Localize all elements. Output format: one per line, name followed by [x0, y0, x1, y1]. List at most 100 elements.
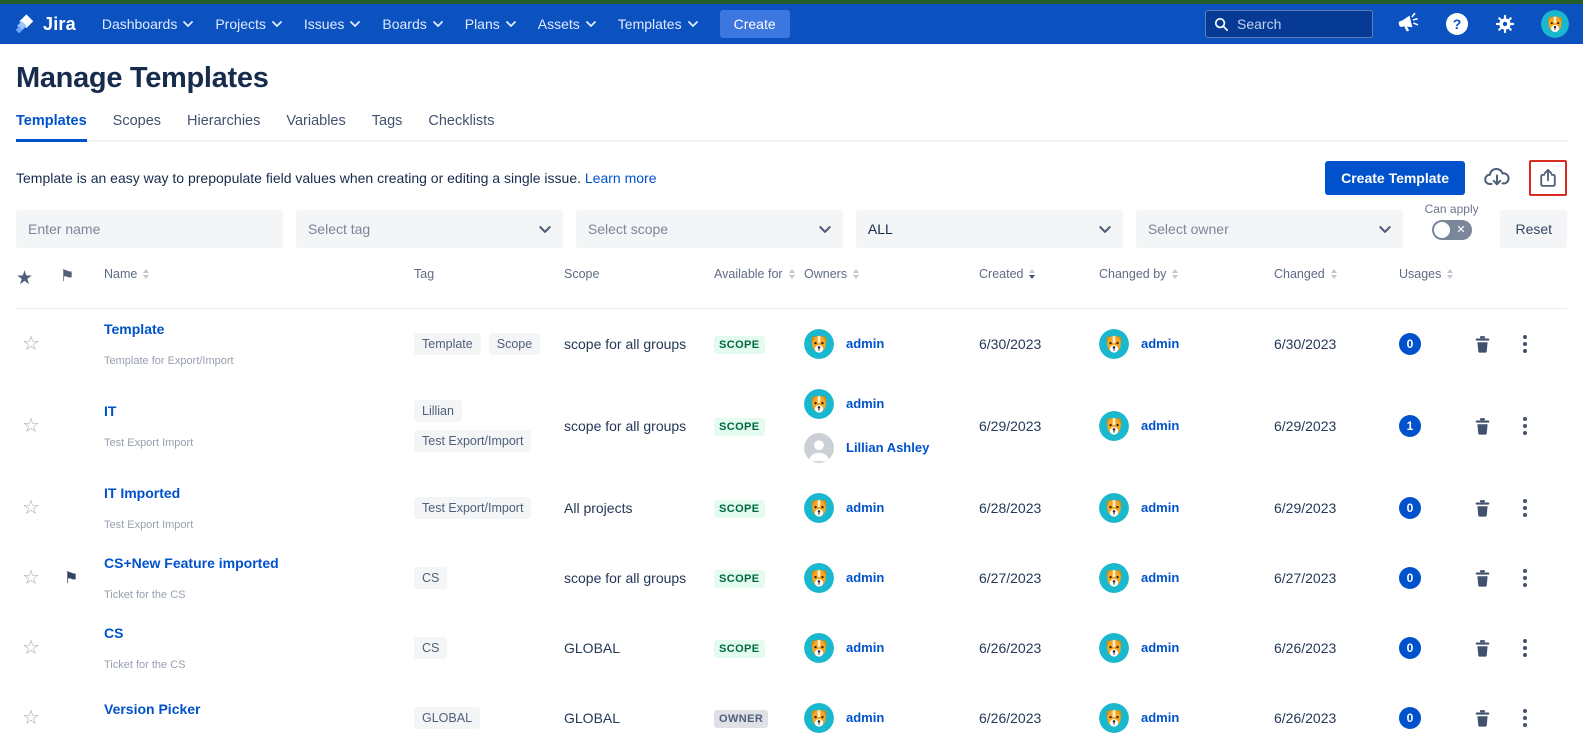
kebab-menu-icon[interactable]	[1518, 709, 1532, 727]
tab-hierarchies[interactable]: Hierarchies	[187, 113, 260, 142]
table-row: ☆ ⚑ Template Template for Export/Import …	[16, 309, 1567, 379]
usages-badge[interactable]: 0	[1399, 707, 1421, 729]
megaphone-icon[interactable]	[1397, 12, 1421, 36]
delete-button[interactable]	[1474, 638, 1491, 658]
table-row: ☆ ⚑ Version Picker GLOBAL GLOBAL OWNER a…	[16, 683, 1567, 753]
delete-button[interactable]	[1474, 498, 1491, 518]
kebab-menu-icon[interactable]	[1518, 335, 1532, 353]
nav-menu-projects[interactable]: Projects	[215, 16, 282, 32]
tab-templates[interactable]: Templates	[16, 113, 87, 142]
user-link[interactable]: admin	[846, 570, 884, 585]
search-input[interactable]	[1237, 16, 1357, 32]
column-header-owners[interactable]: Owners	[804, 266, 979, 283]
nav-menu-templates[interactable]: Templates	[618, 16, 698, 32]
nav-menu-assets[interactable]: Assets	[538, 16, 596, 32]
star-icon[interactable]: ☆	[16, 635, 40, 660]
template-name-link[interactable]: Version Picker	[104, 701, 201, 717]
chevron-down-icon	[506, 21, 516, 27]
template-name-link[interactable]: IT	[104, 403, 116, 419]
created-date: 6/26/2023	[979, 710, 1099, 726]
nav-menu-issues[interactable]: Issues	[304, 16, 360, 32]
tab-tags[interactable]: Tags	[372, 113, 403, 142]
user-link[interactable]: admin	[846, 396, 884, 411]
delete-button[interactable]	[1474, 568, 1491, 588]
nav-create-button[interactable]: Create	[720, 10, 790, 38]
scope-value: scope for all groups	[564, 336, 714, 352]
usages-badge[interactable]: 0	[1399, 567, 1421, 589]
template-name-link[interactable]: CS	[104, 625, 123, 641]
column-header-created[interactable]: Created	[979, 266, 1099, 283]
export-templates-button[interactable]	[1529, 160, 1567, 196]
gear-icon[interactable]	[1493, 12, 1517, 36]
create-template-button[interactable]: Create Template	[1325, 161, 1465, 195]
template-name-link[interactable]: Template	[104, 321, 164, 337]
kebab-menu-icon[interactable]	[1518, 499, 1532, 517]
template-description: Ticket for the CS	[104, 589, 414, 601]
user-link[interactable]: admin	[1141, 710, 1179, 725]
template-name-link[interactable]: CS+New Feature imported	[104, 555, 279, 571]
owners-list: admin Lillian Ashley	[804, 389, 979, 463]
can-apply-toggle[interactable]: ✕	[1432, 220, 1472, 240]
user-link[interactable]: admin	[846, 500, 884, 515]
usages-badge[interactable]: 1	[1399, 415, 1421, 437]
scope-filter-select[interactable]: Select scope	[576, 210, 843, 248]
delete-button[interactable]	[1474, 416, 1491, 436]
global-search[interactable]	[1205, 10, 1373, 38]
nav-menu-boards[interactable]: Boards	[382, 16, 442, 32]
kebab-menu-icon[interactable]	[1518, 639, 1532, 657]
tab-variables[interactable]: Variables	[286, 113, 345, 142]
column-header-name[interactable]: Name	[104, 266, 414, 283]
nav-menu-plans[interactable]: Plans	[465, 16, 516, 32]
star-icon[interactable]: ☆	[16, 495, 40, 520]
user-link[interactable]: admin	[846, 336, 884, 351]
user-link[interactable]: admin	[1141, 570, 1179, 585]
star-icon[interactable]: ☆	[16, 565, 40, 590]
status-filter-select[interactable]: ALL	[856, 210, 1123, 248]
name-filter[interactable]	[16, 210, 283, 248]
user-cell: admin	[804, 703, 979, 733]
changed-by: admin	[1099, 563, 1274, 593]
star-column-icon[interactable]: ★	[16, 266, 33, 292]
tab-scopes[interactable]: Scopes	[113, 113, 161, 142]
star-icon[interactable]: ☆	[16, 413, 40, 438]
delete-button[interactable]	[1474, 334, 1491, 354]
nav-menu-dashboards[interactable]: Dashboards	[102, 16, 194, 32]
kebab-menu-icon[interactable]	[1518, 417, 1532, 435]
user-link[interactable]: Lillian Ashley	[846, 440, 929, 455]
template-name-link[interactable]: IT Imported	[104, 485, 180, 501]
import-templates-button[interactable]	[1481, 164, 1513, 192]
user-link[interactable]: admin	[846, 640, 884, 655]
trash-icon	[1474, 708, 1491, 728]
tab-checklists[interactable]: Checklists	[428, 113, 494, 142]
flag-column-icon[interactable]: ⚑	[60, 266, 74, 288]
star-icon[interactable]: ☆	[16, 331, 40, 356]
owners-list: admin	[804, 493, 979, 523]
reset-filters-button[interactable]: Reset	[1500, 210, 1567, 248]
column-header-changed-by[interactable]: Changed by	[1099, 266, 1274, 283]
user-link[interactable]: admin	[1141, 500, 1179, 515]
help-icon[interactable]: ?	[1445, 12, 1469, 36]
usages-badge[interactable]: 0	[1399, 497, 1421, 519]
star-icon[interactable]: ☆	[16, 705, 40, 730]
owner-filter-select[interactable]: Select owner	[1136, 210, 1403, 248]
user-link[interactable]: admin	[1141, 336, 1179, 351]
delete-button[interactable]	[1474, 708, 1491, 728]
column-header-changed[interactable]: Changed	[1274, 266, 1399, 283]
usages-badge[interactable]: 0	[1399, 333, 1421, 355]
table-row: ☆ ⚑ CS Ticket for the CS CS GLOBAL SCOPE…	[16, 613, 1567, 683]
column-header-usages[interactable]: Usages	[1399, 266, 1474, 283]
user-link[interactable]: admin	[1141, 418, 1179, 433]
sort-desc-icon	[1029, 269, 1035, 279]
learn-more-link[interactable]: Learn more	[585, 170, 657, 186]
kebab-menu-icon[interactable]	[1518, 569, 1532, 587]
tag-filter-select[interactable]: Select tag	[296, 210, 563, 248]
name-filter-input[interactable]	[28, 221, 271, 237]
user-link[interactable]: admin	[846, 710, 884, 725]
trash-icon	[1474, 568, 1491, 588]
usages-badge[interactable]: 0	[1399, 637, 1421, 659]
user-avatar[interactable]	[1541, 10, 1569, 38]
column-header-available-for[interactable]: Available for	[714, 266, 804, 283]
user-link[interactable]: admin	[1141, 640, 1179, 655]
jira-logo[interactable]: Jira	[14, 13, 76, 35]
flag-icon[interactable]: ⚑	[60, 570, 78, 587]
